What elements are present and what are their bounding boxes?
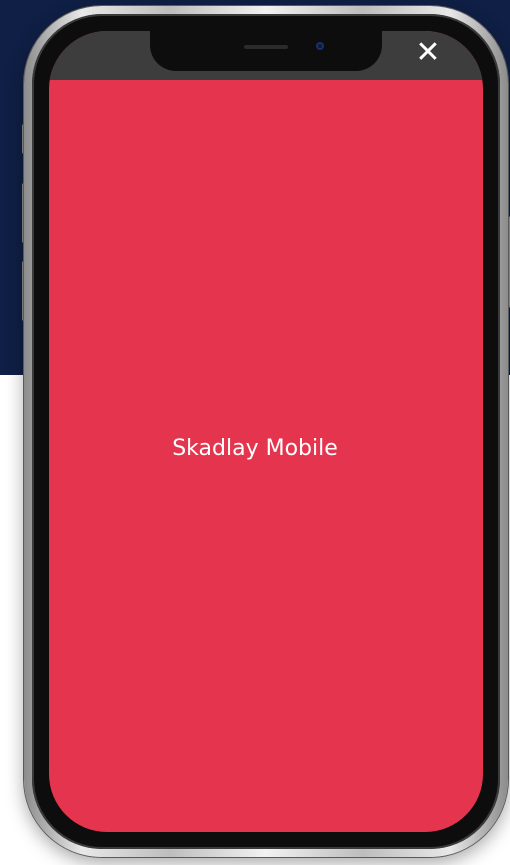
- modal-overlay: Skadlay Mobile ✕: [0, 0, 510, 865]
- phone-notch: [150, 31, 382, 71]
- phone-screen: [49, 31, 483, 832]
- phone-frame: [24, 6, 508, 857]
- speaker-grille: [244, 45, 288, 49]
- app-title: Skadlay Mobile: [172, 436, 338, 461]
- front-camera: [316, 42, 324, 50]
- close-icon[interactable]: ✕: [411, 36, 445, 70]
- phone-bezel: [32, 14, 500, 849]
